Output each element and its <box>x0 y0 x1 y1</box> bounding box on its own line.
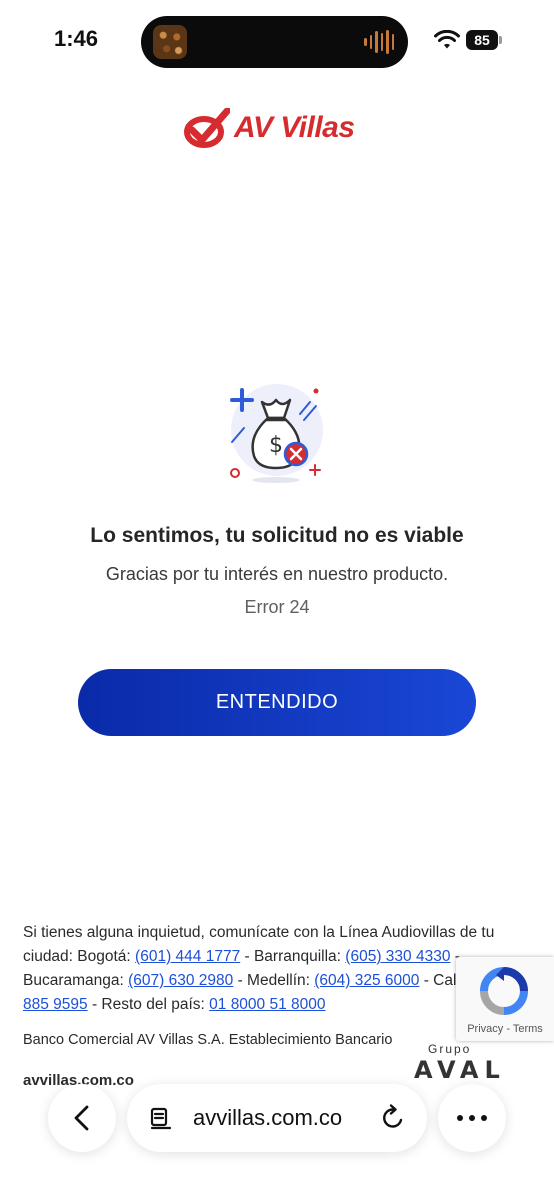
av-villas-logo: AV Villas <box>184 106 374 150</box>
chevron-left-icon <box>74 1105 89 1131</box>
wifi-icon <box>434 30 460 49</box>
recaptcha-privacy-link[interactable]: Privacy <box>467 1023 503 1035</box>
help-sep-1: - Barranquilla: <box>240 948 346 965</box>
battery-tip <box>499 36 502 44</box>
error-code: Error 24 <box>244 597 310 617</box>
grupo-aval-logo: AVAL <box>414 1058 506 1080</box>
page-subtitle: Gracias por tu interés en nuestro produc… <box>105 564 449 584</box>
recaptcha-badge[interactable]: Privacy - Terms <box>456 957 554 1041</box>
recaptcha-icon <box>480 967 528 1015</box>
more-dots-icon <box>457 1115 487 1121</box>
av-villas-emblem-icon <box>184 108 230 148</box>
audio-waveform-icon <box>364 30 394 54</box>
grupo-aval-label: Grupo <box>428 1042 472 1056</box>
phone-link-bucaramanga[interactable]: (607) 630 2980 <box>128 972 233 989</box>
entendido-button[interactable]: ENTENDIDO <box>78 669 476 736</box>
bogota-label: Bogotá: <box>77 948 136 965</box>
phone-link-barranquilla[interactable]: (605) 330 4330 <box>345 948 450 965</box>
page-title: Lo sentimos, tu solicitud no es viable <box>90 524 464 547</box>
address-bar[interactable]: avvillas.com.co <box>127 1084 427 1152</box>
logo-text: AV Villas <box>234 111 355 144</box>
more-button[interactable] <box>438 1084 506 1152</box>
phone-link-medellin[interactable]: (604) 325 6000 <box>314 972 419 989</box>
phone-link-national[interactable]: 01 8000 51 8000 <box>209 996 325 1013</box>
reload-icon[interactable] <box>379 1104 407 1132</box>
now-playing-artwork <box>153 25 187 59</box>
recaptcha-terms-link[interactable]: Terms <box>513 1023 543 1035</box>
help-sep-3: - Medellín: <box>233 972 315 989</box>
help-sep-5: - Resto del país: <box>87 996 210 1013</box>
aval-wordmark: AVAL <box>414 1058 506 1080</box>
status-time: 1:46 <box>54 26 99 51</box>
legal-text: Banco Comercial AV Villas S.A. Estableci… <box>23 1032 393 1048</box>
back-button[interactable] <box>48 1084 116 1152</box>
money-bag-rejected-icon: $ <box>230 384 323 483</box>
recaptcha-links: Privacy - Terms <box>456 1023 554 1035</box>
battery-indicator: 85 <box>466 30 498 50</box>
page-menu-icon[interactable] <box>149 1106 173 1130</box>
phone-link-bogota[interactable]: (601) 444 1777 <box>135 948 240 965</box>
dynamic-island <box>141 16 408 68</box>
recaptcha-separator: - <box>503 1023 513 1035</box>
help-text: Si tienes alguna inquietud, comunícate c… <box>23 921 523 1017</box>
svg-text:$: $ <box>269 433 283 458</box>
url-text[interactable]: avvillas.com.co <box>193 1105 342 1131</box>
